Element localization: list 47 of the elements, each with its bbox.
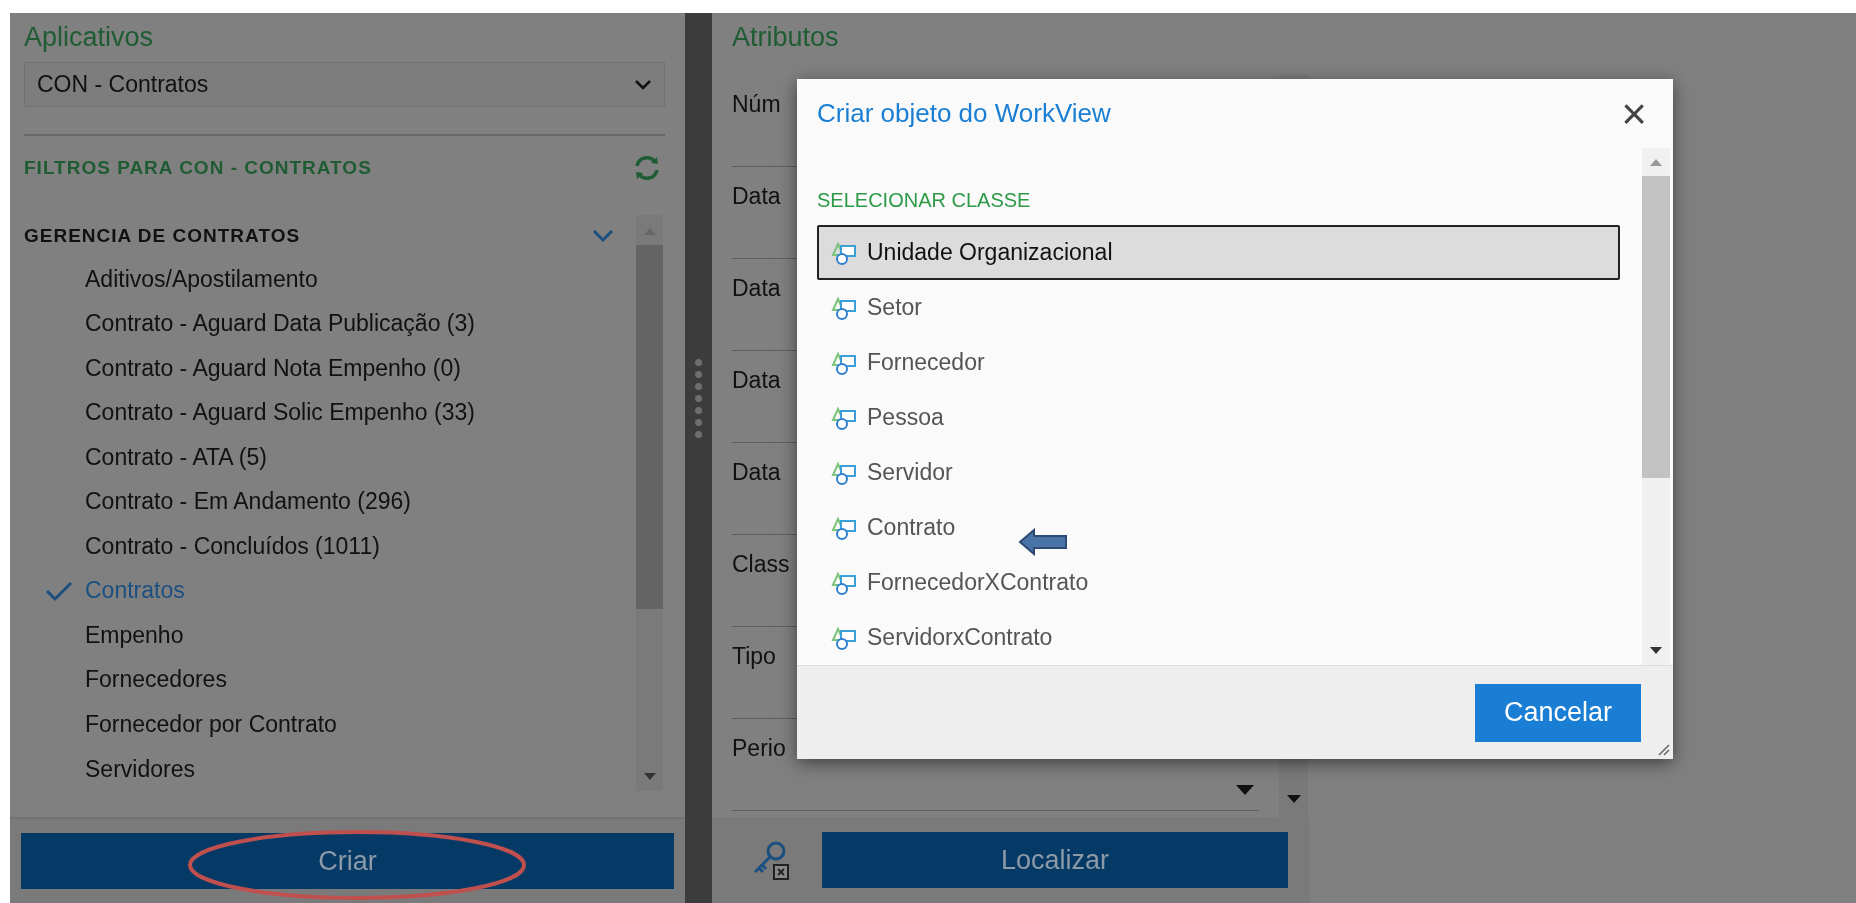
scroll-down-icon[interactable]	[1285, 793, 1302, 805]
filter-item[interactable]: Contrato - ATA (5)	[85, 439, 267, 475]
filter-item[interactable]: Fornecedores	[85, 662, 227, 697]
class-list-item[interactable]: Unidade Organizacional	[817, 225, 1620, 280]
field-label: Data	[732, 182, 781, 211]
scrollbar[interactable]	[636, 215, 663, 791]
class-list-item[interactable]: Setor	[817, 280, 1620, 335]
filter-item[interactable]: Contrato - Aguard Solic Empenho (33)	[85, 395, 475, 430]
chevron-down-icon[interactable]	[592, 228, 614, 243]
dropdown-caret-icon[interactable]	[1235, 783, 1255, 796]
class-list-item[interactable]: Contrato	[817, 500, 1620, 555]
search-button[interactable]: Localizar	[822, 832, 1288, 888]
field-label: Tipo	[732, 642, 776, 671]
filters-heading: FILTROS PARA CON - CONTRATOS	[24, 155, 372, 180]
chevron-down-icon	[634, 78, 652, 91]
application-select[interactable]: CON - Contratos	[24, 62, 665, 107]
field-label: Class	[732, 550, 790, 579]
group-heading[interactable]: GERENCIA DE CONTRATOS	[24, 221, 301, 251]
field-label: Núm	[732, 90, 781, 119]
field-label: Data	[732, 366, 781, 395]
filter-item[interactable]: Fornecedor por Contrato	[85, 707, 337, 742]
filter-item[interactable]: Contrato - Aguard Data Publicação (3)	[85, 306, 475, 341]
section-heading: SELECIONAR CLASSE	[817, 188, 1032, 213]
class-list-item[interactable]: FornecedorXContrato	[817, 555, 1620, 610]
annotation-arrow	[1018, 528, 1068, 556]
field-label: Data	[732, 458, 781, 487]
class-list-item[interactable]: Servidor	[817, 445, 1620, 500]
create-button[interactable]: Criar	[21, 833, 674, 889]
class-list-item[interactable]: Fornecedor	[817, 335, 1620, 390]
close-button[interactable]: ×	[1621, 91, 1647, 136]
class-list-item[interactable]: Pessoa	[817, 390, 1620, 445]
field-label: Data	[732, 274, 781, 303]
dialog-title: Criar objeto do WorkView	[817, 97, 1111, 130]
filter-item[interactable]: Aditivos/Apostilamento	[85, 261, 318, 297]
scrollbar[interactable]	[1642, 148, 1670, 665]
panel-title: Atributos	[731, 21, 840, 54]
filter-item[interactable]: Empenho	[85, 617, 184, 653]
resize-grip-icon[interactable]	[1656, 742, 1670, 756]
filter-item[interactable]: Servidores	[85, 751, 195, 786]
refresh-icon[interactable]	[633, 155, 661, 181]
filter-item[interactable]: Contrato - Em Andamento (296)	[85, 484, 411, 519]
filter-item[interactable]: Contrato - Concluídos (1011)	[85, 528, 380, 564]
panel-title: Aplicativos	[23, 21, 155, 54]
filter-item[interactable]: Contrato - Aguard Nota Empenho (0)	[85, 350, 461, 386]
cancel-button[interactable]: Cancelar	[1475, 683, 1641, 742]
field-label: Perio	[732, 734, 786, 763]
class-list-item[interactable]: ServidorxContrato	[817, 610, 1620, 665]
